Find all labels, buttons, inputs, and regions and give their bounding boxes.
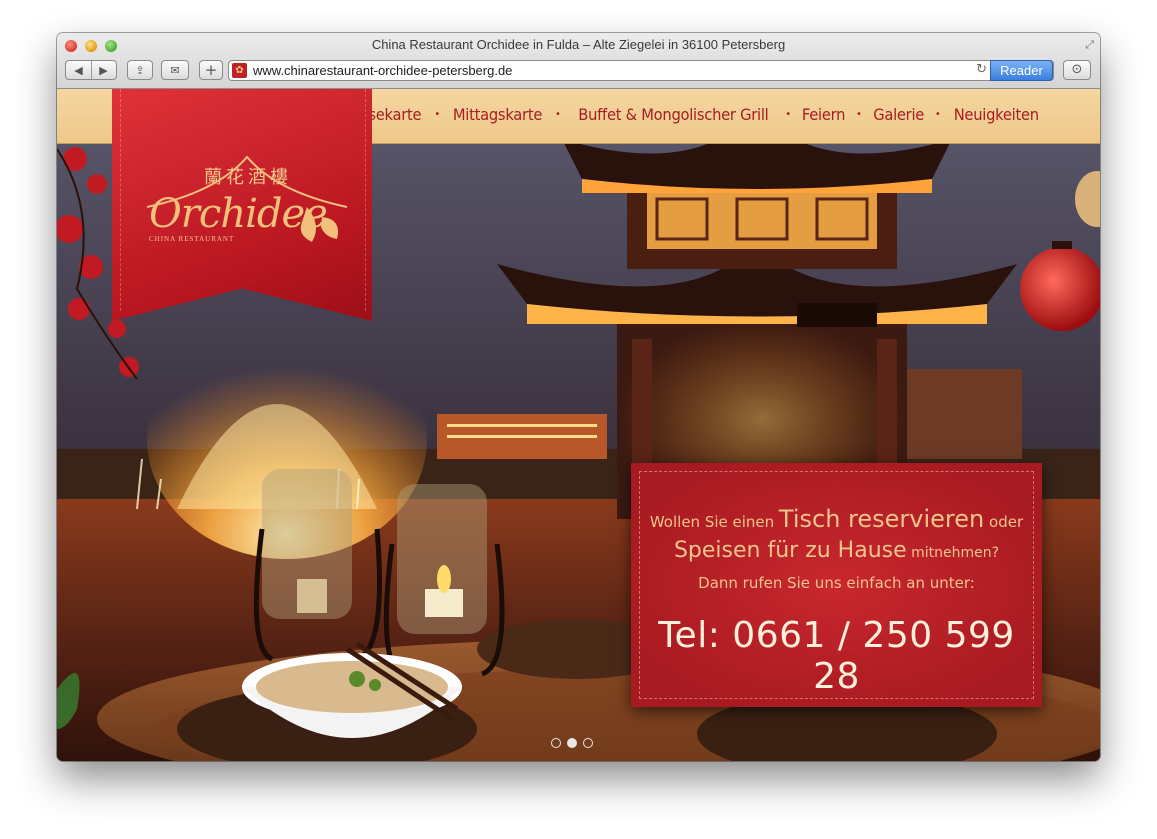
mail-button[interactable]: ✉: [161, 60, 189, 80]
nav-separator: •: [434, 109, 440, 120]
phone-number[interactable]: Tel: 0661 / 250 599 28: [631, 615, 1042, 697]
mail-icon: ✉: [170, 64, 180, 77]
promo-line-3: Dann rufen Sie uns einfach an unter:: [698, 574, 975, 592]
download-icon: ⊙: [1071, 62, 1083, 77]
promo-text: oder: [984, 513, 1024, 531]
promo-highlight: Speisen für zu Hause: [673, 538, 907, 563]
window-title: China Restaurant Orchidee in Fulda – Alt…: [371, 37, 786, 52]
logo-chinese-text: 蘭花酒樓: [204, 167, 292, 188]
slider-dot-2[interactable]: [567, 738, 577, 748]
share-button[interactable]: ⇪: [127, 60, 153, 80]
nav-separator: •: [554, 109, 561, 120]
reload-icon[interactable]: ↻: [976, 62, 987, 77]
logo-name: Orchidee: [149, 191, 328, 237]
promo-highlight: Tisch reservieren: [778, 505, 985, 533]
promo-line-2: Speisen für zu Hause mitnehmen?: [631, 538, 1042, 563]
web-page: Speisekarte • Mittagskarte • Buffet & Mo…: [57, 89, 1100, 761]
promo-text: Wollen Sie einen: [649, 513, 779, 531]
plus-icon: +: [204, 61, 218, 79]
slider-dot-1[interactable]: [551, 738, 561, 748]
url-text[interactable]: www.chinarestaurant-orchidee-petersberg.…: [253, 63, 512, 78]
site-favicon-icon: ✿: [232, 63, 247, 78]
slider-dot-3[interactable]: [583, 738, 593, 748]
nav-neuigkeiten[interactable]: Neuigkeiten: [953, 105, 1038, 124]
browser-chrome: China Restaurant Orchidee in Fulda – Alt…: [57, 33, 1100, 89]
fullscreen-icon[interactable]: ⤢: [1085, 38, 1094, 52]
back-forward-buttons: ◀ ▶: [65, 60, 117, 80]
promo-text: mitnehmen?: [906, 545, 1000, 561]
address-bar[interactable]: ✿ www.chinarestaurant-orchidee-petersber…: [228, 60, 1054, 81]
forward-icon[interactable]: ▶: [91, 61, 116, 81]
reader-button[interactable]: Reader: [990, 60, 1053, 81]
slider-pagination: [551, 738, 593, 748]
downloads-button[interactable]: ⊙: [1063, 60, 1091, 80]
nav-mittagskarte[interactable]: Mittagskarte: [453, 105, 543, 124]
nav-separator: •: [934, 109, 941, 120]
nav-buffet[interactable]: Buffet & Mongolischer Grill: [578, 105, 768, 124]
logo-subtitle: CHINA RESTAURANT: [149, 235, 235, 243]
nav-separator: •: [785, 109, 791, 120]
add-bookmark-button[interactable]: +: [199, 60, 223, 80]
browser-window: China Restaurant Orchidee in Fulda – Alt…: [57, 33, 1100, 761]
promo-line-1: Wollen Sie einen Tisch reservieren oder: [631, 505, 1042, 533]
divider: [91, 61, 92, 79]
nav-separator: •: [856, 109, 862, 120]
nav-feiern[interactable]: Feiern: [802, 105, 846, 124]
nav-galerie[interactable]: Galerie: [873, 105, 924, 124]
back-icon[interactable]: ◀: [66, 61, 91, 81]
reservation-box: Wollen Sie einen Tisch reservieren oder …: [631, 463, 1042, 707]
site-nav: Speisekarte • Mittagskarte • Buffet & Mo…: [334, 105, 1042, 124]
share-icon: ⇪: [135, 64, 145, 77]
